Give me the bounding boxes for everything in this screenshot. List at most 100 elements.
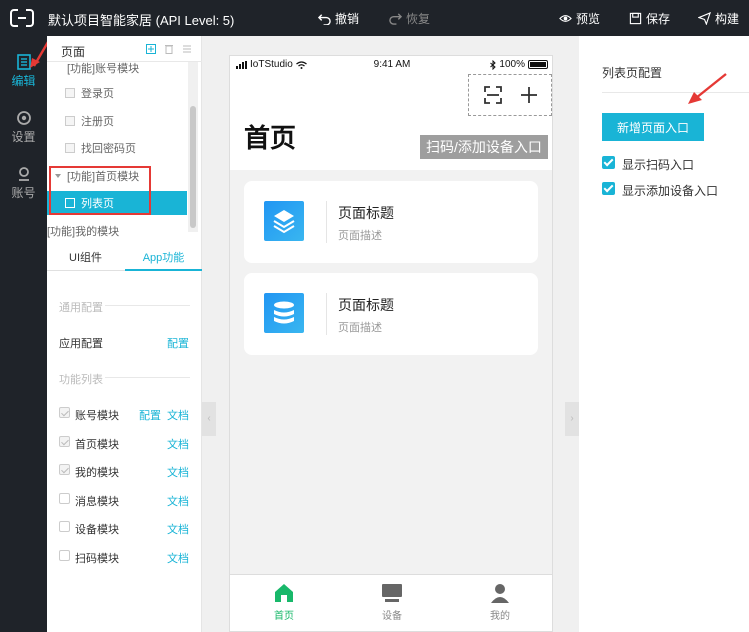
settings-icon (16, 111, 31, 125)
rail-label-account: 账号 (11, 186, 36, 200)
function-name: 消息模块 (75, 496, 119, 508)
rail-item-account[interactable]: 账号 (0, 156, 47, 206)
checkbox-checked-icon[interactable] (602, 156, 615, 169)
build-label: 构建 (715, 12, 740, 26)
phone-tab-label: 设备 (382, 611, 402, 622)
divider (105, 305, 190, 306)
battery-icon (528, 60, 548, 69)
config-panel: 列表页配置 新增页面入口 显示扫码入口 显示添加设备入口 (579, 36, 749, 632)
tree-scrollbar[interactable] (188, 62, 198, 232)
phone-tab-device[interactable]: 设备 (362, 583, 422, 622)
function-config-link[interactable]: 配置 (139, 407, 161, 423)
tree-label: 登录页 (81, 88, 114, 100)
panel-title: 页面 (61, 45, 86, 59)
collapse-right-handle[interactable]: › (565, 402, 579, 436)
preview-label: 预览 (576, 12, 601, 26)
general-config-label: 通用配置 (59, 302, 103, 314)
tree-item-list[interactable]: 列表页 (47, 191, 187, 215)
function-doc-link[interactable]: 文档 (167, 550, 189, 566)
undo-icon (318, 14, 331, 25)
function-checkbox[interactable] (59, 550, 70, 561)
list-card[interactable]: 页面标题 页面描述 (244, 273, 538, 355)
show-add-device-option[interactable]: 显示添加设备入口 (602, 181, 742, 198)
page-tree: [功能]账号模块 登录页 注册页 找回密码页 [功能]首页模块 列表页 [功能]… (47, 62, 202, 242)
list-card[interactable]: 页面标题 页面描述 (244, 181, 538, 263)
plus-icon[interactable] (519, 85, 539, 105)
logo-icon (10, 9, 34, 27)
rail-label-settings: 设置 (11, 130, 36, 144)
page-panel: 页面 [功能]账号模块 登录页 注册页 找回密码页 [功能]首页模块 列表页 [… (47, 36, 202, 632)
panel-tabs: UI组件 App功能 (47, 245, 202, 271)
left-rail: 编辑 设置 账号 (0, 36, 47, 632)
rail-item-settings[interactable]: 设置 (0, 100, 47, 150)
tab-ui-components[interactable]: UI组件 (47, 245, 124, 271)
undo-label: 撤销 (335, 12, 360, 26)
redo-icon (389, 13, 402, 25)
app-config-link[interactable]: 配置 (167, 335, 189, 351)
option-label: 显示添加设备入口 (622, 184, 719, 198)
card-desc: 页面描述 (338, 322, 382, 334)
top-bar: 默认项目智能家居 (API Level: 5) 撤销 恢复 预览 保存 构建 (0, 0, 749, 36)
function-doc-link[interactable]: 文档 (167, 407, 189, 423)
function-row-message: 消息模块 文档 (59, 490, 194, 508)
tree-group-account[interactable]: [功能]账号模块 (47, 62, 187, 80)
function-doc-link[interactable]: 文档 (167, 493, 189, 509)
tree-item-login[interactable]: 登录页 (47, 81, 187, 105)
phone-tab-home[interactable]: 首页 (254, 583, 314, 622)
function-checkbox[interactable] (59, 521, 70, 532)
tree-group-mine[interactable]: [功能]我的模块 (47, 219, 187, 242)
function-doc-link[interactable]: 文档 (167, 436, 189, 452)
preview-button[interactable]: 预览 (559, 10, 600, 27)
scrollbar-thumb[interactable] (190, 106, 196, 228)
redo-button[interactable]: 恢复 (389, 10, 430, 27)
app-config-row: 应用配置 配置 (59, 332, 194, 350)
scan-icon[interactable] (483, 85, 503, 105)
function-name: 我的模块 (75, 467, 119, 479)
page-title: 首页 (244, 123, 297, 153)
user-icon (491, 584, 509, 603)
function-checkbox[interactable] (59, 464, 70, 475)
menu-icon[interactable] (182, 44, 192, 54)
phone-tab-mine[interactable]: 我的 (470, 583, 530, 622)
tab-app-functions[interactable]: App功能 (125, 245, 202, 271)
function-row-home: 首页模块 文档 (59, 433, 194, 451)
collapse-left-handle[interactable]: ‹ (202, 402, 216, 436)
save-button[interactable]: 保存 (629, 10, 670, 27)
function-row-mine: 我的模块 文档 (59, 461, 194, 479)
tree-item-forgot[interactable]: 找回密码页 (47, 136, 187, 160)
phone-tab-label: 首页 (274, 611, 294, 622)
phone-tab-bar: 首页 设备 我的 (230, 574, 552, 631)
project-title: 默认项目智能家居 (API Level: 5) (48, 13, 235, 28)
battery-percent: 100% (499, 59, 525, 70)
build-button[interactable]: 构建 (698, 10, 739, 27)
tree-item-register[interactable]: 注册页 (47, 109, 187, 133)
card-divider (326, 293, 327, 335)
checkbox-checked-icon[interactable] (602, 182, 615, 195)
function-row-device: 设备模块 文档 (59, 518, 194, 536)
page-icon (65, 116, 75, 126)
bluetooth-icon (490, 59, 497, 70)
config-title: 列表页配置 (602, 66, 663, 80)
rail-item-edit[interactable]: 编辑 (0, 44, 47, 94)
phone-preview: IoTStudio 9:41 AM 100% 首页 扫码/添加设备入口 页面标题… (229, 55, 553, 632)
tree-group-home[interactable]: [功能]首页模块 (47, 164, 187, 188)
card-divider (326, 201, 327, 243)
add-page-icon[interactable] (146, 44, 156, 54)
panel-header: 页面 (47, 36, 202, 62)
show-scan-option[interactable]: 显示扫码入口 (602, 155, 742, 172)
function-checkbox[interactable] (59, 436, 70, 447)
function-checkbox[interactable] (59, 493, 70, 504)
entry-placeholder[interactable] (468, 74, 552, 116)
tree-label: [功能]我的模块 (47, 226, 120, 238)
divider (105, 377, 190, 378)
function-name: 设备模块 (75, 524, 119, 536)
add-page-entry-button[interactable]: 新增页面入口 (602, 113, 704, 141)
function-doc-link[interactable]: 文档 (167, 464, 189, 480)
divider (602, 92, 749, 93)
undo-button[interactable]: 撤销 (318, 10, 359, 27)
function-checkbox[interactable] (59, 407, 70, 418)
tree-label: 注册页 (81, 116, 114, 128)
function-doc-link[interactable]: 文档 (167, 521, 189, 537)
trash-icon[interactable] (164, 44, 174, 54)
status-right: 100% (490, 59, 548, 70)
